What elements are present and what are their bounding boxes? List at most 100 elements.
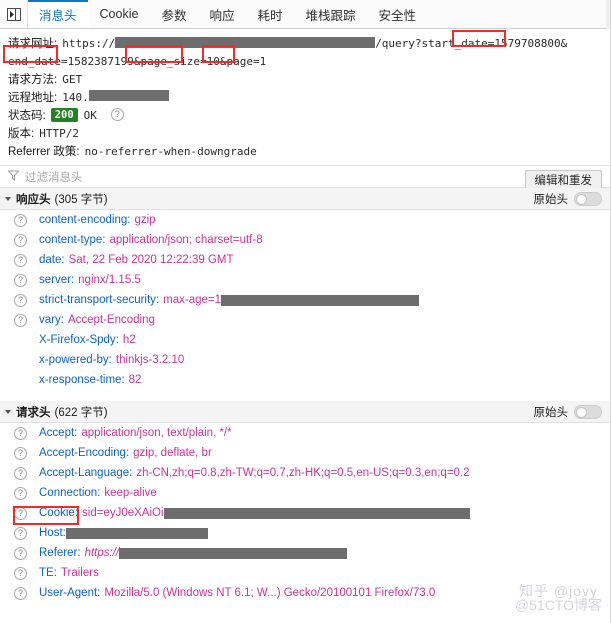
table-row[interactable]: X-Firefox-Spdy: h2 xyxy=(0,330,610,350)
table-row[interactable]: ? Host: xyxy=(0,523,610,543)
header-name: content-type xyxy=(39,234,103,246)
request-raw-toggle[interactable] xyxy=(574,404,602,419)
chevron-down-icon xyxy=(5,409,11,414)
request-method-label: 请求方法: xyxy=(8,74,58,86)
header-value-redacted xyxy=(221,294,419,306)
toggle-knob xyxy=(576,406,587,418)
response-headers-title: 响应头 xyxy=(16,193,51,206)
response-headers-bytes: (305 字节) xyxy=(54,193,108,206)
help-icon[interactable]: ? xyxy=(14,253,27,267)
table-row[interactable]: ? server: nginx/1.15.5 xyxy=(0,270,610,290)
table-row[interactable]: ? vary: Accept-Encoding xyxy=(0,310,610,330)
table-row[interactable]: ? Accept: application/json, text/plain, … xyxy=(0,423,610,443)
request-headers-list: ? Accept: application/json, text/plain, … xyxy=(0,423,610,603)
header-name: User-Agent xyxy=(39,587,98,599)
tab-stacktrace[interactable]: 堆栈跟踪 xyxy=(294,0,367,28)
header-colon: : xyxy=(127,214,131,226)
header-name: Accept xyxy=(39,427,75,439)
tab-response[interactable]: 响应 xyxy=(198,0,246,28)
help-icon[interactable]: ? xyxy=(14,586,27,600)
response-headers-section-header[interactable]: 响应头 (305 字节) 原始头 xyxy=(0,188,610,210)
header-colon: : xyxy=(70,274,75,286)
header-name: server xyxy=(39,274,71,286)
table-row[interactable]: ? Connection: keep-alive xyxy=(0,483,610,503)
header-value: application/json, text/plain, */* xyxy=(81,427,232,439)
header-value: h2 xyxy=(122,334,136,346)
header-colon: : xyxy=(121,374,125,386)
help-icon[interactable]: ? xyxy=(14,506,27,520)
request-method-row: 请求方法: GET xyxy=(0,71,610,89)
header-value: https:// xyxy=(84,547,120,559)
table-row[interactable]: ? Referer: https:// xyxy=(0,543,610,563)
header-value: zh-CN,zh;q=0.8,zh-TW;q=0.7,zh-HK;q=0.5,e… xyxy=(136,467,470,479)
funnel-icon xyxy=(7,168,20,186)
table-row[interactable]: ? date: Sat, 22 Feb 2020 12:22:39 GMT xyxy=(0,250,610,270)
tab-params[interactable]: 参数 xyxy=(150,0,198,28)
request-raw-toggle-group[interactable]: 原始头 xyxy=(534,404,602,420)
header-name: Accept-Language xyxy=(39,467,130,479)
tab-security[interactable]: 安全性 xyxy=(368,0,429,28)
status-badge: 200 xyxy=(50,108,78,122)
request-url-path: /query? xyxy=(375,37,422,50)
help-icon[interactable]: ? xyxy=(14,313,27,327)
help-icon[interactable]: ? xyxy=(14,426,27,440)
headers-filter-placeholder: 过滤消息头 xyxy=(25,171,83,184)
help-icon[interactable]: ? xyxy=(14,213,27,227)
header-colon: : xyxy=(155,294,160,306)
tabbar-scroll-edge xyxy=(606,0,610,29)
request-summary: 请求网址: https:// /query?start_date=157970880… xyxy=(0,29,610,193)
header-name: date xyxy=(39,254,62,266)
table-row-cookie[interactable]: ? Cookie: sid=eyJ0eXAiOi xyxy=(0,503,610,523)
help-icon[interactable]: ? xyxy=(14,446,27,460)
table-row[interactable]: ? Accept-Language: zh-CN,zh;q=0.8,zh-TW;… xyxy=(0,463,610,483)
header-name: content-encoding xyxy=(39,214,128,226)
http-version-label: 版本: xyxy=(8,128,35,140)
referrer-policy-row: Referrer 政策: no-referrer-when-downgrade xyxy=(0,143,610,161)
table-row[interactable]: ? strict-transport-security: max-age=1 xyxy=(0,290,610,310)
help-icon[interactable]: ? xyxy=(14,273,27,287)
request-url-params-line1: start_date=1579708800& xyxy=(421,37,568,50)
response-raw-toggle[interactable] xyxy=(574,191,602,206)
tab-stacktrace-label: 堆栈跟踪 xyxy=(305,8,356,23)
header-value: gzip xyxy=(134,214,156,226)
request-headers-section-header[interactable]: 请求头 (622 字节) 原始头 xyxy=(0,401,610,423)
table-row[interactable]: x-response-time: 82 xyxy=(0,370,610,390)
response-raw-toggle-group[interactable]: 原始头 xyxy=(534,191,602,207)
help-icon[interactable]: ? xyxy=(14,546,27,560)
header-colon: : xyxy=(129,467,133,479)
help-icon[interactable]: ? xyxy=(14,526,27,540)
toggle-knob xyxy=(576,193,587,205)
header-colon: : xyxy=(97,487,101,499)
tab-timings[interactable]: 耗时 xyxy=(246,0,294,28)
help-icon[interactable]: ? xyxy=(14,486,27,500)
table-row[interactable]: ? TE: Trailers xyxy=(0,563,610,583)
table-row[interactable]: ? content-type: application/json; charse… xyxy=(0,230,610,250)
remote-address-label: 远程地址: xyxy=(8,92,58,104)
tab-headers[interactable]: 消息头 xyxy=(28,0,89,28)
table-row[interactable]: ? User-Agent: Mozilla/5.0 (Windows NT 6.… xyxy=(0,583,610,603)
remote-address-redacted xyxy=(88,90,169,101)
http-version-row: 版本: HTTP/2 xyxy=(0,125,610,143)
header-name: Connection xyxy=(39,487,98,499)
help-icon[interactable]: ? xyxy=(14,293,27,307)
status-code-label: 状态码: xyxy=(8,110,46,122)
tab-cookie[interactable]: Cookie xyxy=(89,0,151,28)
request-headers-bytes: (622 字节) xyxy=(54,406,108,419)
headers-filter-bar[interactable]: 过滤消息头 xyxy=(0,165,610,188)
table-row[interactable]: ? content-encoding: gzip xyxy=(0,210,610,230)
help-icon[interactable]: ? xyxy=(14,566,27,580)
header-value-redacted xyxy=(119,547,348,559)
request-url-params-line2: end_date=1582387199&page_size=10&page=1 xyxy=(8,55,267,68)
panel-tabbar: 消息头 Cookie 参数 响应 耗时 堆栈跟踪 安全性 xyxy=(0,0,610,29)
request-url-label: 请求网址: xyxy=(8,38,58,50)
header-colon: : xyxy=(102,234,106,246)
table-row[interactable]: x-powered-by: thinkjs-3.2.10 xyxy=(0,350,610,370)
panel-toggle-button[interactable] xyxy=(0,0,28,28)
remote-address-row: 远程地址: 140. xyxy=(0,89,610,107)
help-icon[interactable]: ? xyxy=(14,233,27,247)
help-icon[interactable]: ? xyxy=(14,466,27,480)
tab-cookie-label: Cookie xyxy=(99,7,139,21)
status-help-icon[interactable]: ? xyxy=(110,108,124,121)
table-row[interactable]: ? Accept-Encoding: gzip, deflate, br xyxy=(0,443,610,463)
header-name: X-Firefox-Spdy xyxy=(39,334,116,346)
